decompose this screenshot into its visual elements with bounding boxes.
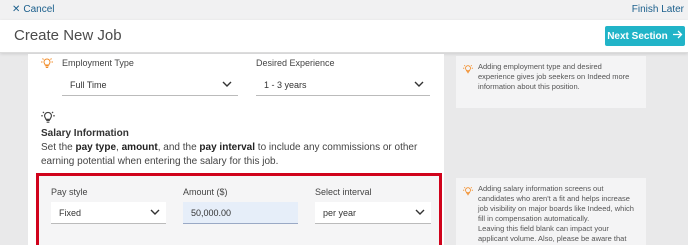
employment-tip-panel: Adding employment type and desired exper… [456,56,646,108]
arrow-right-icon [672,30,683,42]
close-icon: ✕ [12,4,21,15]
amount-label: Amount ($) [183,187,228,197]
desired-experience-value: 1 - 3 years [264,79,307,90]
salary-tip-text: Adding salary information screens out ca… [478,184,634,245]
salary-section-title: Salary Information [41,128,129,139]
next-section-button[interactable]: Next Section [605,26,685,46]
page-title: Create New Job [14,27,122,44]
desired-experience-label: Desired Experience [256,58,335,68]
chevron-down-icon [415,208,425,218]
lightbulb-icon [40,110,56,129]
chevron-down-icon [414,80,424,90]
top-bar: ✕ Cancel Finish Later [0,0,688,20]
desired-experience-select[interactable]: 1 - 3 years [256,74,430,96]
chevron-down-icon [222,80,232,90]
chevron-down-icon [150,208,160,218]
interval-value: per year [323,207,357,218]
salary-description: Set the pay type, amount, and the pay in… [41,142,418,167]
employment-type-value: Full Time [70,79,107,90]
pay-style-value: Fixed [59,207,82,218]
lightbulb-icon [462,64,474,77]
finish-later-link[interactable]: Finish Later [632,4,684,15]
select-interval-label: Select interval [315,187,372,197]
pay-style-label: Pay style [51,187,88,197]
cancel-label: Cancel [23,4,55,15]
next-section-label: Next Section [607,30,668,42]
cancel-link[interactable]: ✕ Cancel [12,4,55,15]
lightbulb-icon [40,56,54,74]
employment-type-select[interactable]: Full Time [62,74,238,96]
pay-style-select[interactable]: Fixed [51,202,166,224]
amount-value: 50,000.00 [191,207,232,218]
lightbulb-icon [462,186,474,199]
amount-input[interactable]: 50,000.00 [183,202,298,224]
salary-tip-panel: Adding salary information screens out ca… [456,178,646,245]
header-bar: Create New Job Next Section [0,20,688,53]
interval-select[interactable]: per year [315,202,431,224]
employment-type-label: Employment Type [62,58,134,68]
employment-tip-text: Adding employment type and desired exper… [478,62,630,91]
